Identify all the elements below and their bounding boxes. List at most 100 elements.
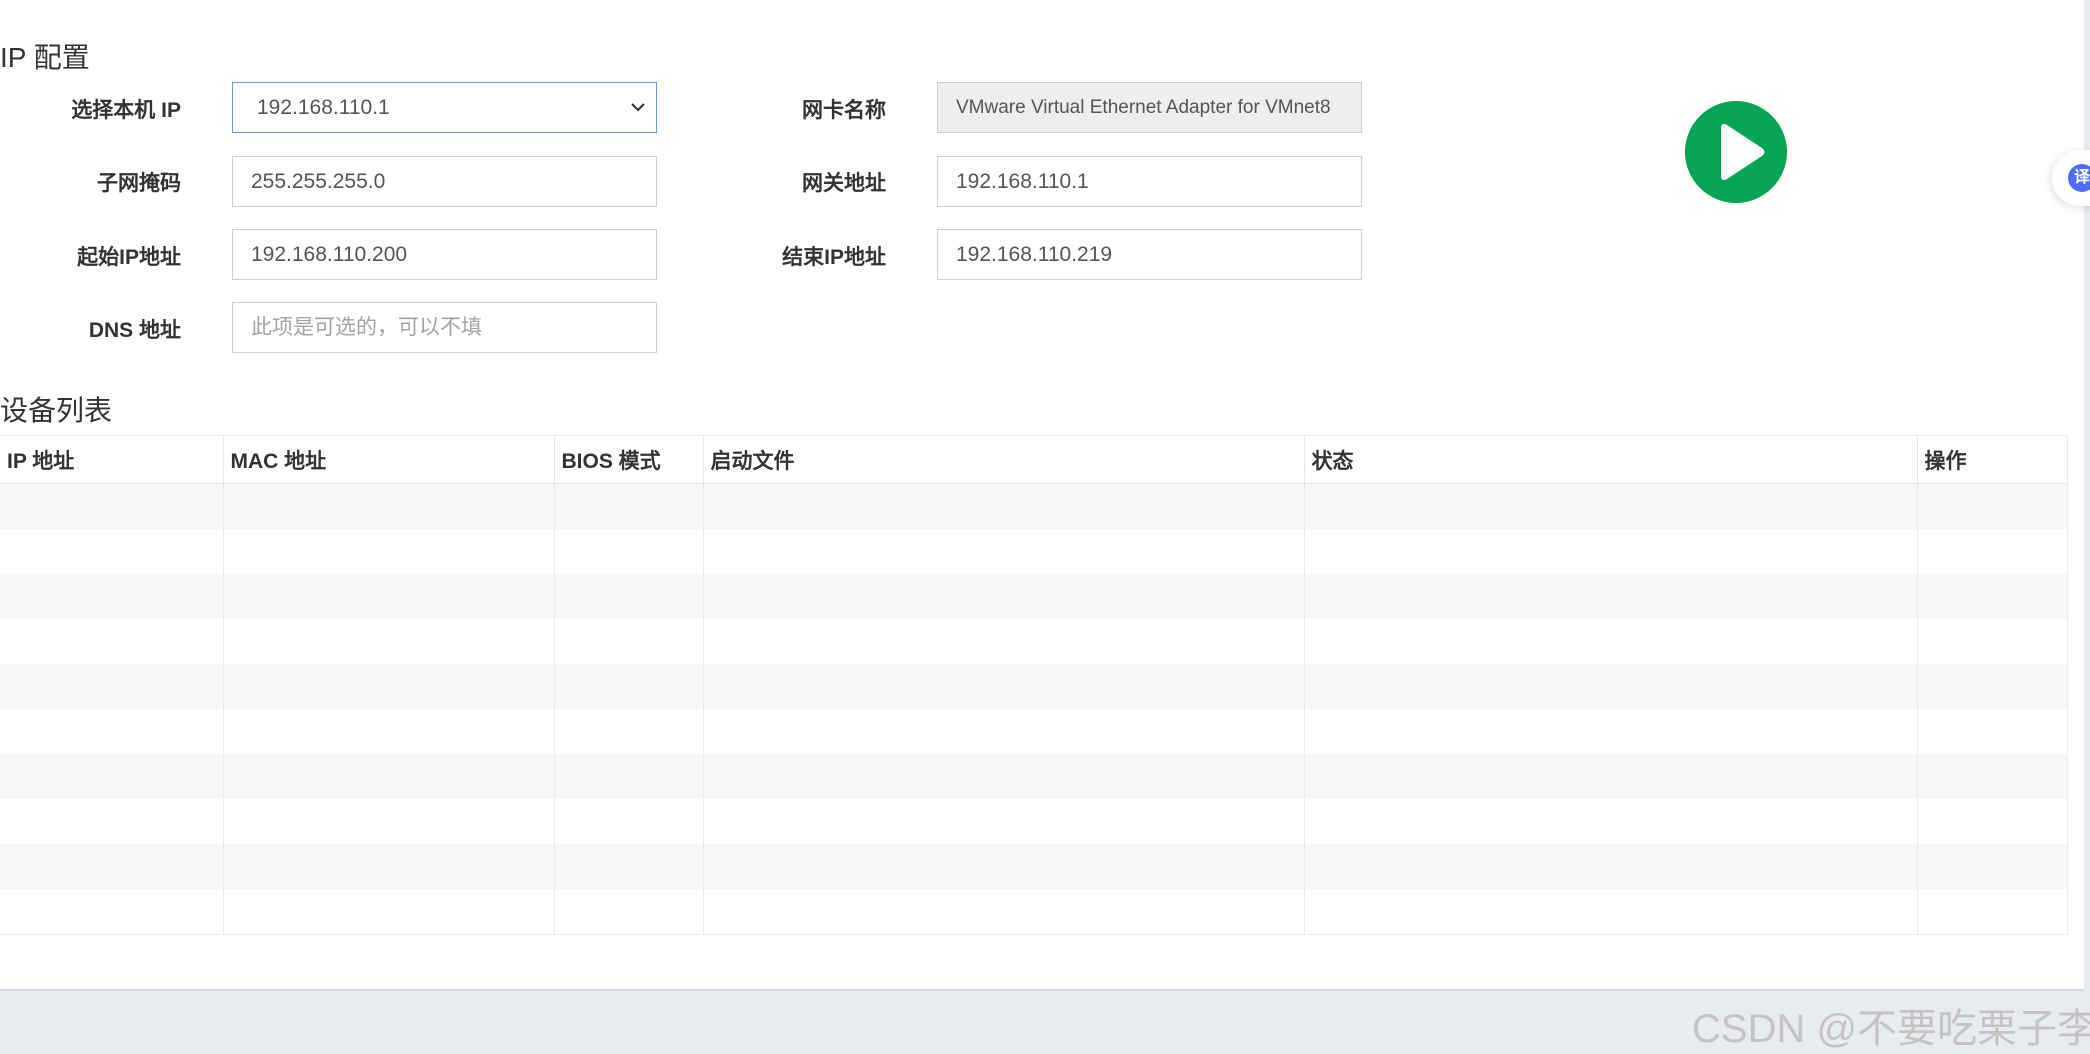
table-row [0, 889, 2068, 935]
table-cell [554, 483, 704, 529]
table-cell [1304, 574, 1918, 619]
column-header-bios-mode: BIOS 模式 [554, 435, 704, 484]
table-cell [1917, 799, 2068, 844]
table-cell [554, 844, 704, 889]
table-cell [1917, 619, 2068, 664]
column-header-actions: 操作 [1917, 435, 2068, 484]
table-cell [1917, 889, 2068, 935]
table-cell [703, 754, 1305, 799]
table-row [0, 709, 2068, 754]
gateway-label: 网关地址 [802, 172, 886, 195]
table-cell [0, 574, 224, 619]
table-cell [223, 754, 555, 799]
table-cell [1917, 483, 2068, 529]
table-cell [703, 483, 1305, 529]
table-row [0, 483, 2068, 529]
translate-icon: 译 [2068, 164, 2090, 192]
dns-label: DNS 地址 [88, 319, 181, 342]
table-cell [223, 574, 555, 619]
table-cell [703, 529, 1305, 574]
table-cell [0, 799, 224, 844]
gateway-input[interactable]: 192.168.110.1 [937, 156, 1362, 207]
table-cell [703, 889, 1305, 935]
table-row [0, 754, 2068, 799]
table-cell [0, 529, 224, 574]
column-header-ip: IP 地址 [0, 435, 224, 484]
table-cell [554, 709, 704, 754]
table-cell [1304, 529, 1918, 574]
table-cell [223, 664, 555, 709]
start-ip-input[interactable]: 192.168.110.200 [232, 229, 657, 280]
table-cell [1917, 664, 2068, 709]
table-cell [554, 529, 704, 574]
table-cell [1917, 844, 2068, 889]
table-cell [223, 889, 555, 935]
table-cell [1304, 664, 1918, 709]
table-row [0, 664, 2068, 709]
column-header-status: 状态 [1304, 435, 1918, 484]
end-ip-label: 结束IP地址 [782, 246, 886, 269]
table-cell [703, 664, 1305, 709]
table-cell [1917, 529, 2068, 574]
table-cell [703, 844, 1305, 889]
table-cell [1304, 754, 1918, 799]
table-cell [703, 619, 1305, 664]
nic-name-field: VMware Virtual Ethernet Adapter for VMne… [937, 82, 1362, 133]
device-list-title: 设备列表 [0, 395, 113, 426]
table-cell [703, 574, 1305, 619]
table-row [0, 529, 2068, 574]
column-header-mac: MAC 地址 [223, 435, 555, 484]
end-ip-input[interactable]: 192.168.110.219 [937, 229, 1362, 280]
watermark: CSDN @不要吃栗子李 [1692, 1007, 2090, 1051]
table-cell [0, 844, 224, 889]
table-cell [223, 483, 555, 529]
table-cell [223, 529, 555, 574]
chevron-down-icon [631, 103, 645, 112]
column-header-boot-file: 启动文件 [703, 435, 1305, 484]
table-row [0, 574, 2068, 619]
device-table: IP 地址 MAC 地址 BIOS 模式 启动文件 状态 操作 [0, 435, 2068, 935]
table-cell [0, 889, 224, 935]
table-row [0, 799, 2068, 844]
table-cell [1304, 709, 1918, 754]
table-cell [1304, 799, 1918, 844]
table-cell [0, 664, 224, 709]
table-cell [223, 619, 555, 664]
ip-config-title: IP 配置 [0, 42, 90, 73]
table-row [0, 844, 2068, 889]
table-cell [0, 619, 224, 664]
table-cell [554, 799, 704, 844]
nic-name-label: 网卡名称 [802, 99, 886, 122]
table-cell [223, 799, 555, 844]
table-cell [554, 664, 704, 709]
table-header-row: IP 地址 MAC 地址 BIOS 模式 启动文件 状态 操作 [0, 435, 2068, 484]
table-cell [1304, 483, 1918, 529]
table-cell [1304, 619, 1918, 664]
table-cell [703, 799, 1305, 844]
table-cell [554, 574, 704, 619]
table-cell [1304, 844, 1918, 889]
main-panel: IP 配置 选择本机 IP 192.168.110.1 子网掩码 255.255… [0, 0, 2085, 991]
local-ip-select[interactable]: 192.168.110.1 [232, 82, 657, 133]
table-row [0, 619, 2068, 664]
table-cell [0, 709, 224, 754]
table-cell [0, 754, 224, 799]
dns-input[interactable]: 此项是可选的，可以不填 [232, 302, 657, 353]
start-service-button[interactable] [1684, 100, 1788, 204]
table-cell [223, 709, 555, 754]
start-ip-label: 起始IP地址 [77, 246, 181, 269]
subnet-mask-input[interactable]: 255.255.255.0 [232, 156, 657, 207]
local-ip-label: 选择本机 IP [71, 99, 181, 122]
table-cell [554, 754, 704, 799]
table-cell [223, 844, 555, 889]
table-cell [1917, 574, 2068, 619]
table-cell [554, 619, 704, 664]
local-ip-value: 192.168.110.1 [257, 96, 390, 119]
table-cell [0, 483, 224, 529]
subnet-mask-label: 子网掩码 [97, 172, 181, 195]
table-cell [1917, 754, 2068, 799]
table-cell [703, 709, 1305, 754]
table-cell [554, 889, 704, 935]
table-cell [1304, 889, 1918, 935]
table-cell [1917, 709, 2068, 754]
